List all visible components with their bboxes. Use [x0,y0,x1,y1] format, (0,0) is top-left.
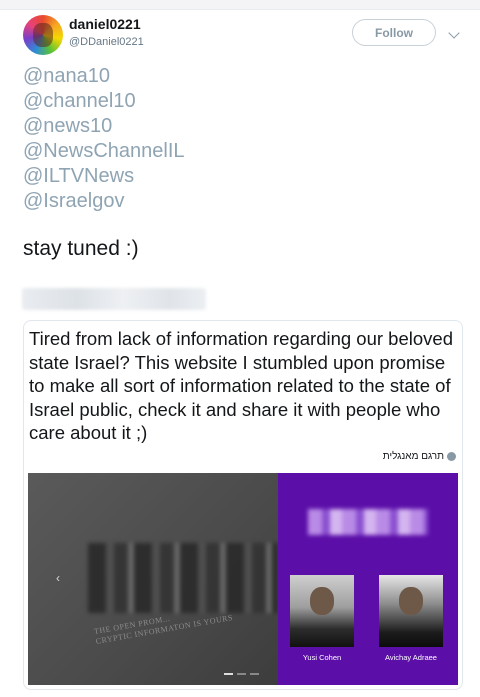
carousel-dot[interactable] [250,673,259,675]
follow-button[interactable]: Follow [352,19,436,46]
display-name[interactable]: daniel0221 [69,16,141,32]
translate-label: תרגם מאנגלית [382,451,444,462]
mention-link[interactable]: @ILTVNews [23,164,185,189]
translate-link[interactable]: תרגם מאנגלית [383,451,456,462]
quoted-tweet-text: Tired from lack of information regarding… [29,328,453,443]
tweet-text: stay tuned :) [23,237,139,260]
mention-link[interactable]: @Israelgov [23,189,185,214]
globe-icon [447,452,456,461]
person-name: Avichay Adraee [385,653,437,662]
mention-link[interactable]: @NewsChannelIL [23,139,185,164]
avatar[interactable] [23,15,63,55]
preview-left-pane: ‹ THE OPEN PROM... CRYPTIC INFORMATON IS… [28,473,278,685]
mention-link[interactable]: @nana10 [23,64,185,89]
person-photo [379,575,443,647]
preview-right-pane: Yusi Cohen Avichay Adraee [278,473,458,685]
blurred-title [308,509,428,535]
top-bar [0,0,480,10]
redacted-text [22,288,206,310]
carousel-dot[interactable] [237,673,246,675]
person-name: Yusi Cohen [302,653,342,662]
user-handle[interactable]: @DDaniel0221 [69,36,144,48]
carousel-dot[interactable] [224,673,233,675]
quoted-tweet-card[interactable]: Tired from lack of information regarding… [23,320,463,690]
person-photo [290,575,354,647]
mention-link[interactable]: @news10 [23,114,185,139]
chevron-left-icon[interactable]: ‹ [56,571,60,585]
blurred-logo [88,543,278,613]
mention-link[interactable]: @channel10 [23,89,185,114]
chevron-down-icon[interactable] [448,27,460,39]
link-preview-image[interactable]: ‹ THE OPEN PROM... CRYPTIC INFORMATON IS… [28,473,458,685]
mention-list: @nana10 @channel10 @news10 @NewsChannelI… [23,64,185,214]
carousel-dots[interactable] [224,673,259,675]
